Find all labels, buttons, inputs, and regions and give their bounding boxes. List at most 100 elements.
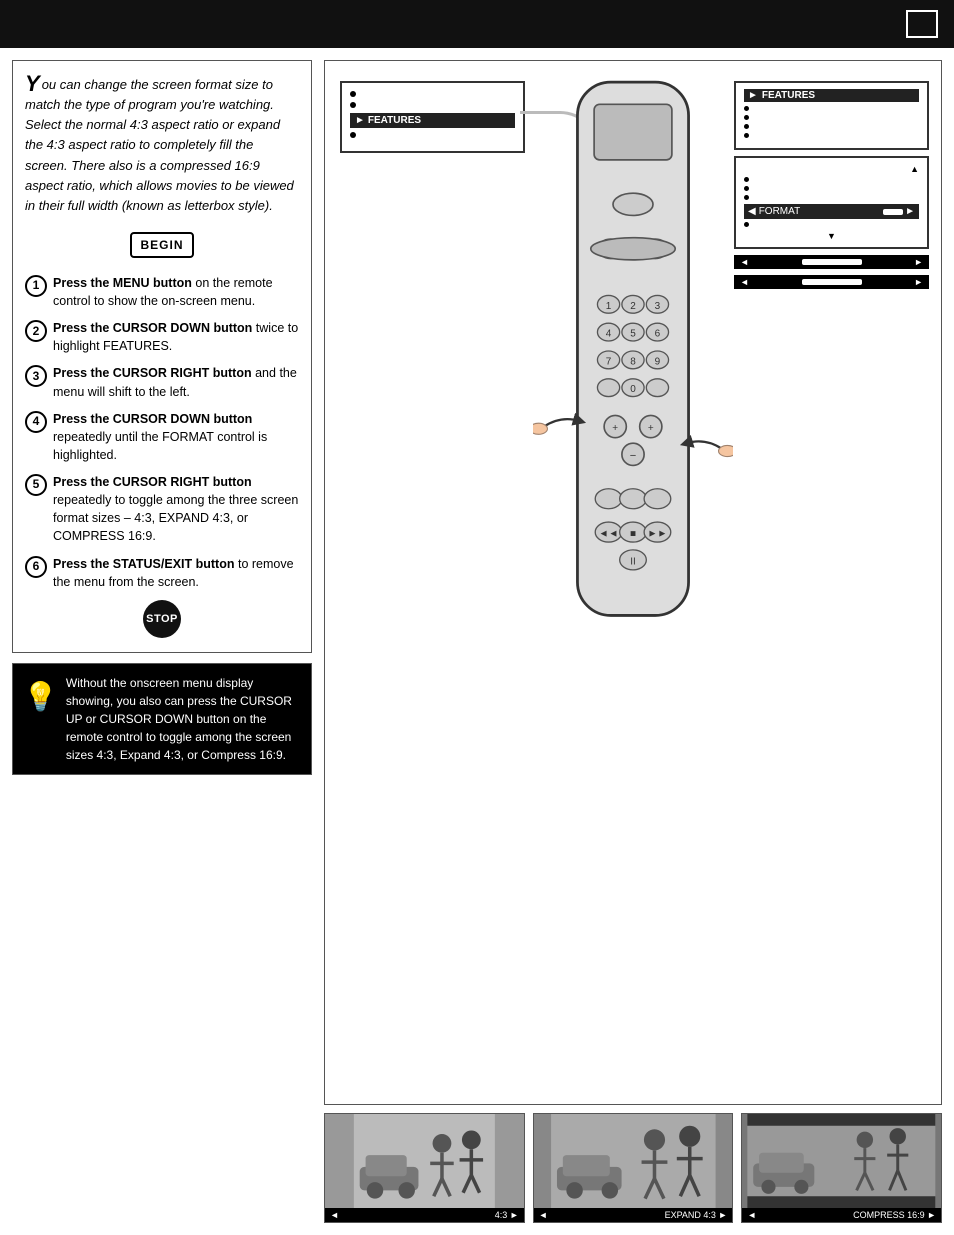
feat-dot-3 bbox=[744, 195, 749, 200]
feat-row-2 bbox=[744, 186, 919, 191]
menu-features-label: FEATURES bbox=[368, 115, 421, 126]
step-6: 6 Press the STATUS/EXIT button to remove… bbox=[25, 555, 299, 591]
remote-control-area: 1 2 3 4 5 6 7 8 9 bbox=[523, 71, 743, 649]
header-bar bbox=[0, 0, 954, 48]
format-bar-1: ◄ ► bbox=[734, 255, 929, 269]
format-highlight-row: ◀ FORMAT ► bbox=[744, 204, 919, 219]
step-4: 4 Press the CURSOR DOWN button repeatedl… bbox=[25, 410, 299, 464]
feat-row-3 bbox=[744, 195, 919, 200]
thumb-2-caption: ◄ EXPAND 4:3 ► bbox=[534, 1208, 733, 1222]
format-bar-2-fill bbox=[802, 279, 862, 285]
thumb-1-label: 4:3 ► bbox=[495, 1210, 519, 1220]
feat-row-1 bbox=[744, 177, 919, 182]
panel-top-highlight: ► FEATURES bbox=[744, 89, 919, 102]
thumbnail-1: ◄ 4:3 ► bbox=[324, 1113, 525, 1223]
step-text-4: Press the CURSOR DOWN button repeatedly … bbox=[53, 410, 299, 464]
step-text-5: Press the CURSOR RIGHT button repeatedly… bbox=[53, 473, 299, 546]
page-number-box bbox=[906, 10, 938, 38]
step-4-rest: repeatedly until the FORMAT control is h… bbox=[53, 430, 267, 462]
step-text-3: Press the CURSOR RIGHT button and the me… bbox=[53, 364, 299, 400]
panel-tri-down: ▼ bbox=[744, 231, 919, 241]
thumb-3-arrow-left: ◄ bbox=[747, 1210, 756, 1220]
panel-dot-3 bbox=[744, 124, 749, 129]
svg-text:6: 6 bbox=[655, 329, 661, 340]
step-num-6: 6 bbox=[25, 556, 47, 578]
step-text-1: Press the MENU button on the remote cont… bbox=[53, 274, 299, 310]
menu-row-1 bbox=[350, 91, 515, 97]
illustration-area: ► FEATURES ► FEATURES bbox=[324, 60, 942, 1105]
thumb-2-arrow-left: ◄ bbox=[539, 1210, 548, 1220]
format-arrow-right: ► bbox=[905, 206, 915, 217]
step-4-bold: Press the CURSOR DOWN button bbox=[53, 412, 252, 426]
tip-text: Without the onscreen menu display showin… bbox=[66, 674, 301, 764]
step-5-rest: repeatedly to toggle among the three scr… bbox=[53, 493, 298, 543]
format-label: FORMAT bbox=[759, 206, 800, 217]
step-num-2: 2 bbox=[25, 320, 47, 342]
intro-text: Y ou can change the screen format size t… bbox=[25, 75, 299, 216]
thumb-1-svg bbox=[325, 1114, 524, 1208]
feat-dot-1 bbox=[744, 177, 749, 182]
menu-row-2 bbox=[350, 102, 515, 108]
svg-text:5: 5 bbox=[630, 329, 636, 340]
svg-text:II: II bbox=[630, 556, 636, 567]
thumbnails-row: ◄ 4:3 ► bbox=[324, 1113, 942, 1223]
step-text-2: Press the CURSOR DOWN button twice to hi… bbox=[53, 319, 299, 355]
panel-top: ► FEATURES bbox=[734, 81, 929, 150]
svg-text:1: 1 bbox=[606, 301, 612, 312]
menu-dot-3 bbox=[350, 132, 356, 138]
begin-badge: BEGIN bbox=[130, 232, 193, 258]
step-num-1: 1 bbox=[25, 275, 47, 297]
main-content: Y ou can change the screen format size t… bbox=[0, 48, 954, 1235]
svg-text:9: 9 bbox=[655, 356, 661, 367]
format-bar-1-right: ► bbox=[914, 257, 923, 267]
thumb-3-label: COMPRESS 16:9 ► bbox=[853, 1210, 936, 1220]
tip-box-inner: 💡 Without the onscreen menu display show… bbox=[23, 674, 301, 764]
thumbnail-3: ◄ COMPRESS 16:9 ► bbox=[741, 1113, 942, 1223]
step-3: 3 Press the CURSOR RIGHT button and the … bbox=[25, 364, 299, 400]
begin-badge-wrap: BEGIN bbox=[25, 226, 299, 264]
svg-text:+: + bbox=[648, 423, 654, 434]
thumb-3-svg bbox=[742, 1114, 941, 1208]
step-3-bold: Press the CURSOR RIGHT button bbox=[53, 366, 252, 380]
thumb-1-arrow-left: ◄ bbox=[330, 1210, 339, 1220]
right-column: ► FEATURES ► FEATURES bbox=[324, 60, 942, 1223]
panel-dot-1 bbox=[744, 106, 749, 111]
panel-dot-4 bbox=[744, 133, 749, 138]
lightbulb-icon: 💡 bbox=[23, 676, 58, 718]
svg-text:8: 8 bbox=[630, 356, 636, 367]
thumbnail-2: ◄ EXPAND 4:3 ► bbox=[533, 1113, 734, 1223]
thumb-3-caption: ◄ COMPRESS 16:9 ► bbox=[742, 1208, 941, 1222]
menu-panel-top-left: ► FEATURES bbox=[340, 81, 525, 153]
panel-row-2 bbox=[744, 115, 919, 120]
intro-body: ou can change the screen format size to … bbox=[25, 77, 294, 213]
menu-panels: ► FEATURES bbox=[734, 81, 929, 289]
step-2-bold: Press the CURSOR DOWN button bbox=[53, 321, 252, 335]
menu-dot-1 bbox=[350, 91, 356, 97]
feat-dot-2 bbox=[744, 186, 749, 191]
svg-text:2: 2 bbox=[630, 301, 636, 312]
panel-tri-up: ▲ bbox=[744, 164, 919, 174]
panel-row-1 bbox=[744, 106, 919, 111]
menu-row-3 bbox=[350, 132, 515, 138]
svg-text:+: + bbox=[612, 423, 618, 434]
format-bar-2-right: ► bbox=[914, 277, 923, 287]
step-6-bold: Press the STATUS/EXIT button bbox=[53, 557, 235, 571]
panel-dot-2 bbox=[744, 115, 749, 120]
instruction-box: Y ou can change the screen format size t… bbox=[12, 60, 312, 653]
svg-text:3: 3 bbox=[655, 301, 661, 312]
thumbnail-2-image bbox=[534, 1114, 733, 1208]
svg-text:■: ■ bbox=[630, 529, 636, 540]
format-bar-1-fill bbox=[802, 259, 862, 265]
menu-highlight-features: ► FEATURES bbox=[350, 113, 515, 128]
thumb-1-caption: ◄ 4:3 ► bbox=[325, 1208, 524, 1222]
panel-row-4 bbox=[744, 133, 919, 138]
stop-badge: STOP bbox=[143, 600, 181, 638]
format-value-bar bbox=[883, 209, 903, 215]
stop-badge-wrap: STOP bbox=[25, 600, 299, 638]
svg-text:►►: ►► bbox=[648, 529, 668, 540]
step-5: 5 Press the CURSOR RIGHT button repeated… bbox=[25, 473, 299, 546]
format-bar-2: ◄ ► bbox=[734, 275, 929, 289]
tip-box: 💡 Without the onscreen menu display show… bbox=[12, 663, 312, 775]
thumb-2-svg bbox=[534, 1114, 733, 1208]
thumb-2-label: EXPAND 4:3 ► bbox=[665, 1210, 728, 1220]
